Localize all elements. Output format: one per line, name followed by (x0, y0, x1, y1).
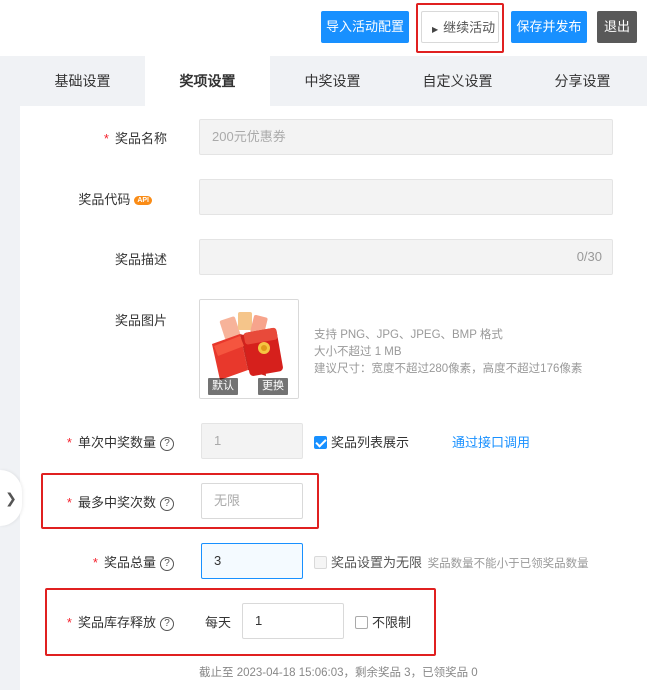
prize-code-label: 奖品代码 API (50, 189, 152, 208)
image-dims-hint: 建议尺寸：宽度不超过280像素，高度不超过176像素 (314, 363, 583, 375)
stock-release-label: * 奖品库存释放? (44, 612, 174, 631)
prize-name-input[interactable]: 200元优惠券 (199, 119, 613, 155)
max-wins-placeholder: 无限 (214, 493, 241, 508)
unlimited-prizes-checkbox[interactable]: 奖品设置为无限 奖品数量不能小于已领奖品数量 (314, 552, 589, 571)
prize-image-upload[interactable]: 默认 更换 (199, 299, 299, 399)
no-limit-checkbox[interactable]: 不限制 (355, 612, 411, 631)
tab-share-settings[interactable]: 分享设置 (520, 56, 645, 106)
import-config-button[interactable]: 导入活动配置 (321, 11, 409, 43)
total-prizes-label: * 奖品总量? (74, 552, 174, 571)
play-icon: ▶ (432, 25, 439, 34)
tab-prize-settings[interactable]: 奖项设置 (145, 56, 270, 106)
continue-activity-label: 继续活动 (443, 20, 496, 35)
prize-code-input[interactable] (199, 179, 613, 215)
stock-release-input[interactable]: 1 (242, 603, 344, 639)
unlimited-hint: 奖品数量不能小于已领奖品数量 (427, 558, 589, 570)
prize-image-label: 奖品图片 (114, 313, 167, 328)
api-badge: API (134, 196, 152, 205)
tab-basic-settings[interactable]: 基础设置 (20, 56, 145, 106)
prize-name-label: * 奖品名称 (103, 131, 167, 146)
help-icon[interactable]: ? (160, 617, 174, 631)
max-wins-input[interactable]: 无限 (201, 483, 303, 519)
tab-custom-settings[interactable]: 自定义设置 (395, 56, 520, 106)
char-counter: 0/30 (576, 249, 602, 264)
per-win-count-input[interactable]: 1 (201, 423, 303, 459)
image-size-hint: 大小不超过 1 MB (314, 346, 402, 358)
settings-tabs: 基础设置 奖项设置 中奖设置 自定义设置 分享设置 (20, 56, 647, 106)
save-publish-button[interactable]: 保存并发布 (511, 11, 587, 43)
stock-status-line: 截止至 2023-04-18 15:06:03，剩余奖品 3，已领奖品 0 (199, 667, 478, 679)
continue-activity-button[interactable]: ▶ 继续活动 (421, 11, 499, 43)
max-wins-label: * 最多中奖次数? (44, 492, 174, 511)
checkbox-unchecked-icon (314, 556, 327, 569)
help-icon[interactable]: ? (160, 497, 174, 511)
chevron-right-icon: ❯ (5, 489, 17, 506)
exit-button[interactable]: 退出 (597, 11, 637, 43)
checkbox-checked-icon (314, 436, 327, 449)
api-call-link[interactable]: 通过接口调用 (452, 432, 530, 451)
image-format-hint: 支持 PNG、JPG、JPEG、BMP 格式 (314, 329, 503, 341)
total-prizes-input[interactable]: 3 (201, 543, 303, 579)
prize-desc-input[interactable]: 0/30 (199, 239, 613, 275)
required-mark: * (103, 131, 109, 146)
tab-winning-settings[interactable]: 中奖设置 (270, 56, 395, 106)
top-toolbar: 导入活动配置 ▶ 继续活动 保存并发布 退出 (0, 0, 647, 56)
change-image-button[interactable]: 更换 (258, 378, 288, 395)
default-image-button[interactable]: 默认 (208, 378, 238, 395)
stock-release-prefix: 每天 (205, 615, 232, 630)
per-win-count-label: * 单次中奖数量? (44, 432, 174, 451)
help-icon[interactable]: ? (160, 557, 174, 571)
help-icon[interactable]: ? (160, 437, 174, 451)
prize-desc-label: 奖品描述 (114, 252, 167, 267)
checkbox-unchecked-icon (355, 616, 368, 629)
show-in-list-checkbox[interactable]: 奖品列表展示 (314, 432, 409, 451)
side-collapse-handle[interactable]: ❯ (0, 470, 22, 526)
